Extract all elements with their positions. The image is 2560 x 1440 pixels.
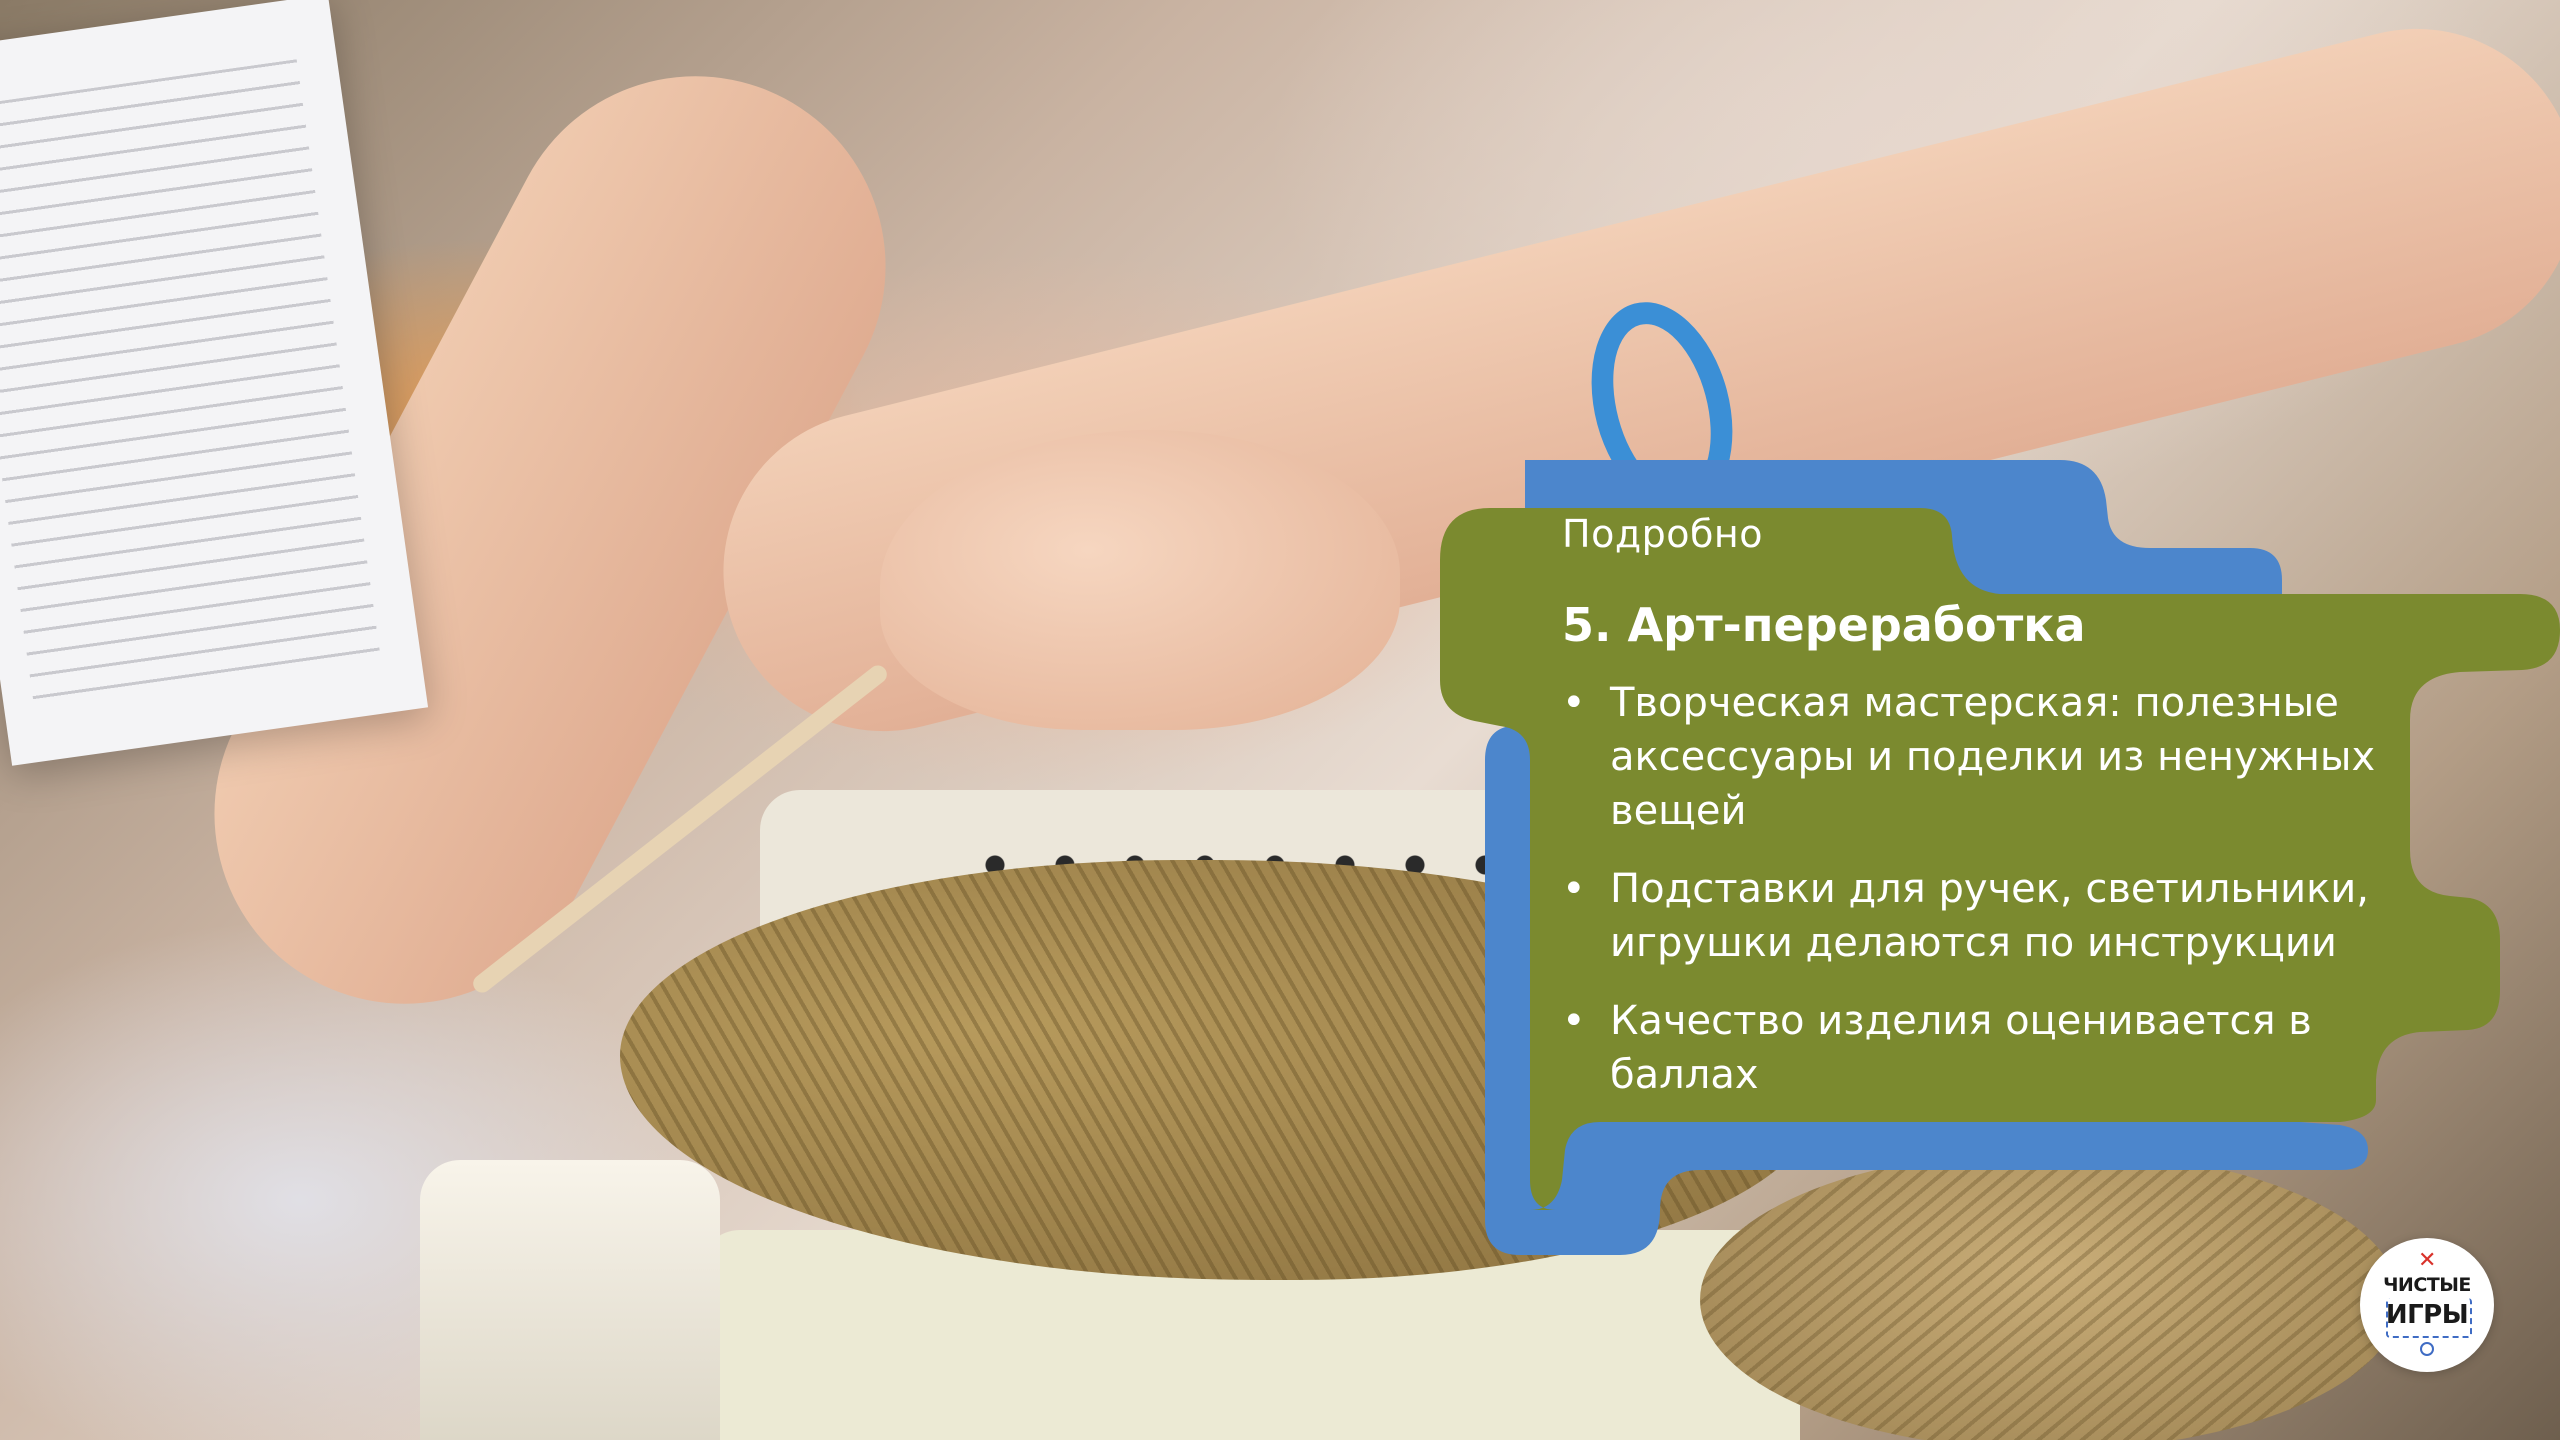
bullet-text: Творческая мастерская: полезные аксессуа… (1610, 680, 2376, 834)
bullet-dot-icon: • (1562, 866, 1586, 912)
slide: Подробно 5. Арт-переработка • Творческая… (0, 0, 2560, 1440)
logo-text-line2: ИГРЫ (2385, 1300, 2469, 1330)
brand-logo: ✕ ЧИСТЫЕ ИГРЫ (2360, 1238, 2494, 1372)
bullet-item: • Творческая мастерская: полезные аксесс… (1562, 676, 2422, 838)
logo-text-line1: ЧИСТЫЕ (2383, 1274, 2471, 1296)
bullet-dot-icon: • (1562, 680, 1586, 726)
bullet-dot-icon: • (1562, 998, 1586, 1044)
card-title: 5. Арт-переработка (1562, 598, 2086, 652)
bullet-item: • Подставки для ручек, светильники, игру… (1562, 862, 2422, 970)
info-card: Подробно 5. Арт-переработка • Творческая… (1562, 512, 2422, 1126)
bullet-text: Качество изделия оценивается в баллах (1610, 998, 2312, 1098)
card-eyebrow: Подробно (1562, 512, 1763, 556)
bullet-item: • Качество изделия оценивается в баллах (1562, 994, 2422, 1102)
logo-cross-icon: ✕ (2418, 1248, 2437, 1273)
bullet-list: • Творческая мастерская: полезные аксесс… (1562, 676, 2422, 1102)
logo-ring-icon (2420, 1342, 2434, 1356)
bullet-text: Подставки для ручек, светильники, игрушк… (1610, 866, 2369, 966)
